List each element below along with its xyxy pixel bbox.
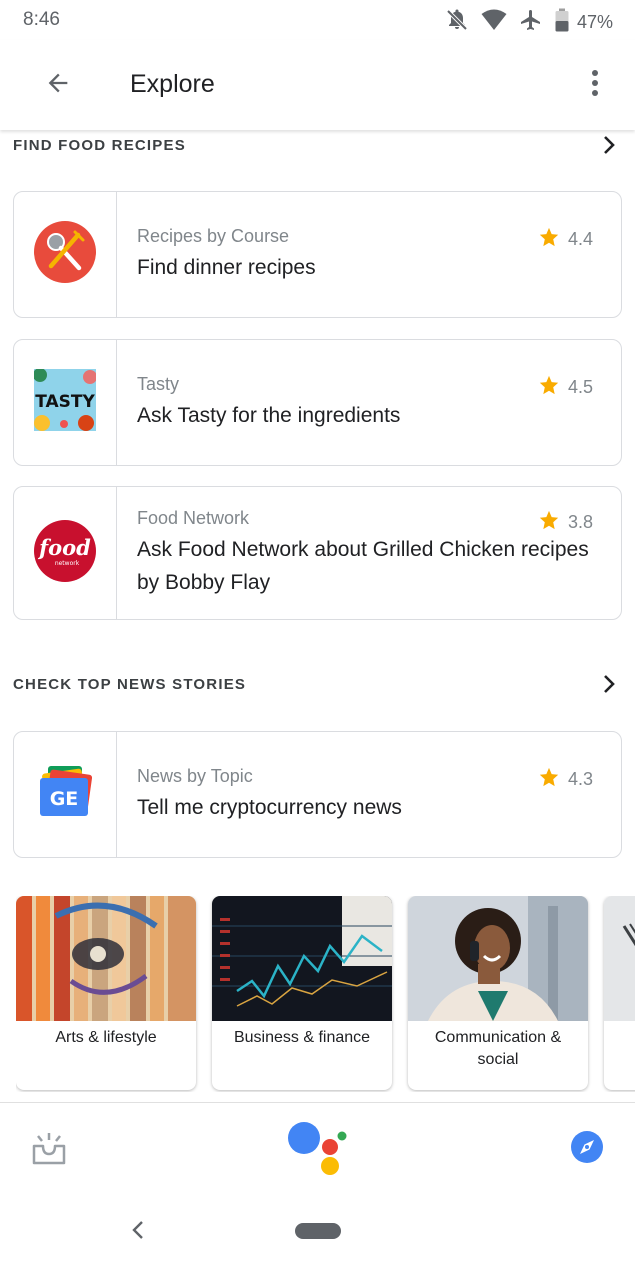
card-rating: 3.8 bbox=[538, 509, 593, 536]
section-header-food[interactable]: FIND FOOD RECIPES bbox=[13, 130, 621, 160]
topic-label: Arts & lifestyle bbox=[55, 1029, 157, 1046]
action-card-recipes-by-course[interactable]: Recipes by Course Find dinner recipes 4.… bbox=[13, 191, 622, 318]
bottom-bar bbox=[0, 1102, 635, 1200]
status-bar: 8:46 47% bbox=[0, 0, 635, 40]
topic-label: Business & finance bbox=[233, 1029, 371, 1046]
star-icon bbox=[538, 766, 560, 793]
topic-card-business-finance[interactable]: Business & finance bbox=[212, 896, 392, 1090]
page-title: Explore bbox=[130, 70, 215, 98]
rating-value: 3.8 bbox=[567, 512, 593, 532]
topic-card-arts-lifestyle[interactable]: Arts & lifestyle bbox=[16, 896, 196, 1090]
section-header-news[interactable]: CHECK TOP NEWS STORIES bbox=[13, 669, 621, 699]
system-nav-bar bbox=[0, 1200, 635, 1270]
card-icon-cell bbox=[14, 192, 117, 317]
section-title-news: CHECK TOP NEWS STORIES bbox=[13, 675, 247, 693]
topic-image-partial bbox=[604, 896, 635, 1021]
card-text: Recipes by Course Find dinner recipes bbox=[137, 226, 541, 284]
card-query: Ask Food Network about Grilled Chicken r… bbox=[137, 538, 589, 594]
status-time: 8:46 bbox=[23, 9, 60, 30]
google-assistant-logo[interactable] bbox=[286, 1119, 352, 1179]
google-news-logo-text: GE bbox=[50, 788, 79, 810]
card-query: Find dinner recipes bbox=[137, 256, 316, 279]
topic-card-partial[interactable] bbox=[604, 896, 635, 1090]
star-icon bbox=[538, 374, 560, 401]
card-text: Tasty Ask Tasty for the ingredients bbox=[137, 374, 541, 432]
card-query: Tell me cryptocurrency news bbox=[137, 796, 402, 819]
action-card-news-by-topic[interactable]: GE News by Topic Tell me cryptocurrency … bbox=[13, 731, 622, 858]
chevron-right-icon[interactable] bbox=[597, 133, 621, 157]
card-text: Food Network Ask Food Network about Gril… bbox=[137, 508, 589, 599]
tasty-logo: TASTY bbox=[33, 368, 97, 436]
action-card-tasty[interactable]: TASTY Tasty Ask Tasty for the ingredient… bbox=[13, 339, 622, 466]
updates-button[interactable] bbox=[28, 1129, 70, 1171]
card-rating: 4.3 bbox=[538, 766, 593, 793]
card-provider: Recipes by Course bbox=[137, 226, 290, 246]
nav-back-icon bbox=[131, 1220, 145, 1245]
food-network-logo-subtext: network bbox=[55, 560, 80, 567]
action-card-food-network[interactable]: food network Food Network Ask Food Netwo… bbox=[13, 486, 622, 620]
battery-percent: 47% bbox=[576, 12, 613, 32]
card-icon-cell: GE bbox=[14, 732, 117, 857]
food-network-logo-text: food bbox=[37, 535, 91, 560]
food-network-logo: food network bbox=[34, 519, 96, 587]
recipes-by-course-logo bbox=[34, 221, 96, 288]
card-icon-cell: TASTY bbox=[14, 340, 117, 465]
app-bar: Explore bbox=[0, 40, 635, 130]
star-icon bbox=[538, 509, 560, 536]
card-icon-cell: food network bbox=[14, 487, 117, 619]
card-text: News by Topic Tell me cryptocurrency new… bbox=[137, 766, 541, 824]
card-provider: Food Network bbox=[137, 508, 250, 528]
star-icon bbox=[538, 226, 560, 253]
card-provider: News by Topic bbox=[137, 766, 253, 786]
more-options-button[interactable] bbox=[577, 65, 613, 105]
explore-button[interactable] bbox=[569, 1130, 605, 1169]
topic-carousel[interactable]: Arts & lifestyle Business & finance Comm… bbox=[16, 896, 635, 1092]
rating-value: 4.5 bbox=[567, 377, 593, 397]
chevron-right-icon[interactable] bbox=[597, 672, 621, 696]
airplane-icon bbox=[519, 8, 543, 37]
topic-label: Communication & social bbox=[434, 1029, 562, 1068]
more-vert-icon bbox=[591, 69, 599, 102]
topic-image-business bbox=[212, 896, 392, 1021]
arrow-back-icon bbox=[44, 69, 72, 102]
status-icons: 47% bbox=[445, 8, 613, 37]
topic-image-communication bbox=[408, 896, 588, 1021]
tasty-logo-text: TASTY bbox=[35, 392, 95, 412]
card-rating: 4.5 bbox=[538, 374, 593, 401]
nav-home-pill[interactable] bbox=[295, 1223, 341, 1239]
notifications-off-icon bbox=[445, 8, 469, 37]
topic-image-arts bbox=[16, 896, 196, 1021]
section-title-food: FIND FOOD RECIPES bbox=[13, 136, 186, 154]
wifi-icon bbox=[481, 9, 507, 36]
topic-card-communication-social[interactable]: Communication & social bbox=[408, 896, 588, 1090]
updates-tray-icon bbox=[31, 1130, 67, 1171]
nav-back-button[interactable] bbox=[126, 1216, 150, 1248]
rating-value: 4.4 bbox=[567, 229, 593, 249]
card-provider: Tasty bbox=[137, 374, 180, 394]
rating-value: 4.3 bbox=[567, 769, 593, 789]
explore-compass-icon bbox=[570, 1130, 604, 1169]
battery-icon bbox=[555, 8, 569, 37]
back-button[interactable] bbox=[36, 65, 80, 105]
card-query: Ask Tasty for the ingredients bbox=[137, 404, 401, 427]
card-rating: 4.4 bbox=[538, 226, 593, 253]
google-news-logo: GE bbox=[34, 764, 96, 825]
